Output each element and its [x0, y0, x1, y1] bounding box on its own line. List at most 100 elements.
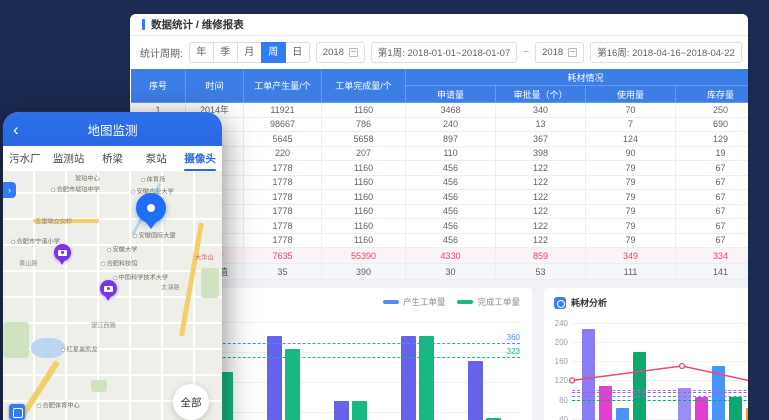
table-row: 177811604561227967 [131, 204, 749, 219]
y-axis-tick: 40 [559, 415, 568, 420]
end-year-value: 2018 [542, 47, 563, 58]
poi-dot-icon [61, 348, 65, 352]
start-year-picker[interactable]: 2018 [316, 42, 365, 63]
table-cell: 1778 [244, 233, 322, 248]
map-label: 合肥市宁溪小学 [11, 236, 60, 245]
map-label: 体育场 [141, 174, 165, 183]
table-cell: 35 [244, 264, 322, 280]
map-panel-toggle[interactable]: › [3, 182, 16, 198]
col-header-sub3: 使用量 [586, 86, 676, 103]
table-cell: 1778 [244, 219, 322, 234]
col-header-time: 时间 [186, 69, 244, 103]
legend-swatch [383, 300, 399, 304]
scene: 数据统计 / 维修报表 统计周期: 年季月周日 2018 第1周: 2018-0… [0, 0, 769, 420]
charts-row: 产生工单量完成工单量 360323 耗材分析 2402001601208040 [130, 280, 748, 420]
period-option-周[interactable]: 周 [261, 42, 286, 63]
start-year-value: 2018 [323, 47, 344, 58]
map-label: 合肥市琥珀中学 [51, 184, 100, 193]
table-cell: 1778 [244, 190, 322, 205]
period-option-年[interactable]: 年 [189, 42, 214, 63]
table-cell: 349 [586, 248, 676, 264]
consumables-bar-line-chart: 2402001601208040 [572, 318, 748, 420]
table-cell: 55390 [322, 248, 406, 264]
bar-产生工单量 [334, 401, 349, 420]
period-option-月[interactable]: 月 [237, 42, 262, 63]
table-cell: 67 [676, 161, 749, 176]
bar-完成工单量 [285, 349, 300, 420]
start-week-picker[interactable]: 第1周: 2018-01-01~2018-01-07 [371, 42, 517, 63]
back-arrow-icon[interactable]: ‹ [13, 121, 19, 138]
table-cell: 122 [496, 175, 586, 190]
legend-label: 完成工单量 [477, 296, 520, 308]
camera-marker[interactable] [54, 244, 71, 261]
table-cell: 7 [586, 117, 676, 132]
chart-legend: 产生工单量完成工单量 [383, 296, 520, 308]
table-cell: 67 [676, 204, 749, 219]
table-cell: 786 [322, 117, 406, 132]
range-separator: ~ [523, 47, 529, 58]
table-cell: 456 [406, 233, 496, 248]
y-axis-tick: 240 [555, 319, 568, 328]
y-axis-tick: 80 [559, 396, 568, 405]
map-layers-button[interactable] [9, 404, 25, 420]
phone-tab-桥梁[interactable]: 桥梁 [91, 146, 135, 171]
end-week-picker[interactable]: 第16周: 2018-04-16~2018-04-22 [590, 42, 742, 63]
table-cell: 53 [496, 264, 586, 280]
phone-tab-监测站[interactable]: 监测站 [47, 146, 91, 171]
table-cell: 456 [406, 204, 496, 219]
table-cell: 1160 [322, 190, 406, 205]
end-year-picker[interactable]: 2018 [535, 42, 584, 63]
table-cell: 1160 [322, 219, 406, 234]
map-canvas[interactable]: › 全部 琥珀中心合肥市琥珀中学 体育场安徽农业大学五里墩立交桥安徽国际大厦合肥市… [3, 172, 222, 420]
period-option-日[interactable]: 日 [285, 42, 310, 63]
bar-产生工单量 [468, 361, 483, 420]
poi-dot-icon [113, 276, 117, 280]
camera-marker[interactable] [100, 280, 117, 297]
table-cell: 1778 [244, 161, 322, 176]
map-label: 安徽国际大厦 [133, 230, 176, 239]
table-average-row: 平均值353903053111141 [131, 264, 749, 280]
table-cell: 129 [676, 132, 749, 147]
table-cell: 340 [496, 103, 586, 118]
col-header-completed: 工单完成量/个 [322, 69, 406, 103]
map-lake [31, 338, 65, 358]
map-park [201, 268, 219, 298]
map-label: 安徽农业大学 [131, 186, 174, 195]
table-cell: 122 [496, 190, 586, 205]
table-cell: 367 [496, 132, 586, 147]
phone-tab-摄像头[interactable]: 摄像头 [178, 146, 222, 171]
phone-tab-污水厂[interactable]: 污水厂 [3, 146, 47, 171]
table-cell: 70 [586, 103, 676, 118]
calendar-icon [568, 48, 577, 57]
table-row: 56455658897367124129 [131, 132, 749, 147]
phone-tab-泵站[interactable]: 泵站 [134, 146, 178, 171]
table-cell: 67 [676, 175, 749, 190]
period-option-季[interactable]: 季 [213, 42, 238, 63]
start-week-value: 第1周: 2018-01-01~2018-01-07 [378, 45, 510, 59]
calendar-icon [349, 48, 358, 57]
poi-dot-icon [11, 240, 15, 244]
table-row: 177811604561227967 [131, 175, 749, 190]
dashboard-window: 数据统计 / 维修报表 统计周期: 年季月周日 2018 第1周: 2018-0… [130, 14, 748, 420]
table-cell: 3468 [406, 103, 496, 118]
table-cell: 141 [676, 264, 749, 280]
poi-dot-icon [107, 248, 111, 252]
table-cell: 11921 [244, 103, 322, 118]
poi-dot-icon [131, 190, 135, 194]
table-cell: 250 [676, 103, 749, 118]
table-cell: 1778 [244, 204, 322, 219]
table-cell: 111 [586, 264, 676, 280]
table-row: 98667786240137690 [131, 117, 749, 132]
map-label: 太湖路 [161, 282, 180, 291]
map-label: 琥珀中心 [75, 173, 100, 182]
show-all-button[interactable]: 全部 [173, 384, 209, 420]
col-header-sub2: 审批量（个） [496, 86, 586, 103]
table-cell: 5645 [244, 132, 322, 147]
bar-完成工单量 [352, 401, 367, 420]
table-cell: 79 [586, 175, 676, 190]
map-label: 五里墩立交桥 [35, 216, 72, 225]
show-all-label: 全部 [181, 395, 202, 410]
table-cell: 30 [406, 264, 496, 280]
selected-camera-pin[interactable] [136, 193, 166, 223]
table-cell: 122 [496, 233, 586, 248]
